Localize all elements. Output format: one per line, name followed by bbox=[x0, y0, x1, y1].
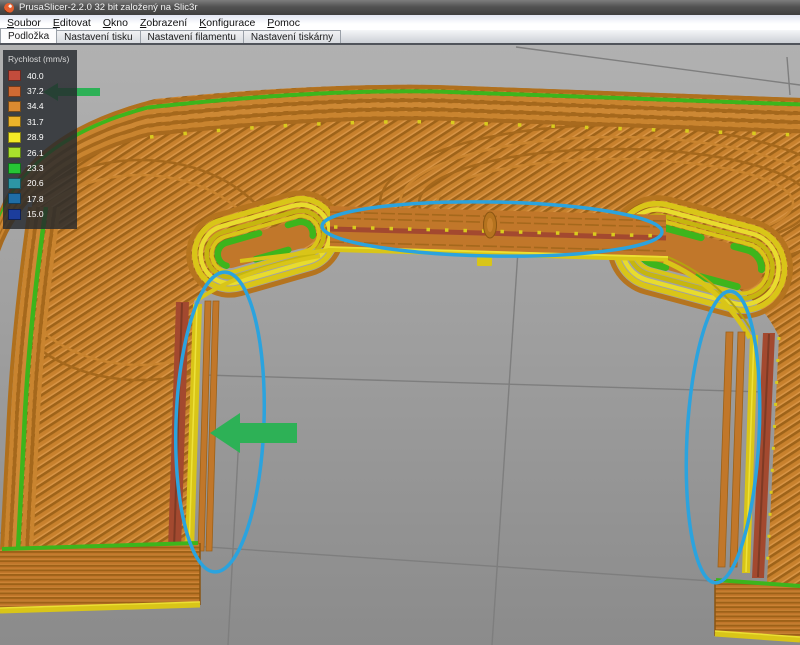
prusaslicer-window: PrusaSlicer-2.2.0 32 bit založený na Sli… bbox=[0, 0, 800, 645]
tab-podlozka[interactable]: Podložka bbox=[0, 28, 57, 43]
legend-value: 20.6 bbox=[27, 178, 44, 188]
tab-nastaveni-tiskarny[interactable]: Nastavení tiskárny bbox=[243, 30, 341, 43]
legend-row: 37.2 bbox=[8, 83, 77, 98]
legend-row: 28.9 bbox=[8, 130, 77, 145]
legend-swatch bbox=[8, 147, 21, 158]
menu-konfigurace[interactable]: Konfigurace bbox=[193, 15, 261, 30]
legend-value: 40.0 bbox=[27, 71, 44, 81]
legend-row: 23.3 bbox=[8, 160, 77, 175]
tab-nastaveni-tisku[interactable]: Nastavení tisku bbox=[56, 30, 140, 43]
beam-tab bbox=[477, 257, 492, 266]
tab-nastaveni-filamentu[interactable]: Nastavení filamentu bbox=[140, 30, 244, 43]
legend-swatch bbox=[8, 178, 21, 189]
legend-value: 15.0 bbox=[27, 209, 44, 219]
legend-row: 17.8 bbox=[8, 191, 77, 206]
legend-value: 17.8 bbox=[27, 194, 44, 204]
legend-swatch bbox=[8, 86, 21, 97]
legend-title: Rychlost (mm/s) bbox=[8, 54, 77, 64]
legend-value: 28.9 bbox=[27, 132, 44, 142]
legend-value: 26.1 bbox=[27, 148, 44, 158]
legend-row: 31.7 bbox=[8, 114, 77, 129]
menu-pomoc[interactable]: Pomoc bbox=[261, 15, 306, 30]
menu-okno[interactable]: Okno bbox=[97, 15, 134, 30]
titlebar[interactable]: PrusaSlicer-2.2.0 32 bit založený na Sli… bbox=[0, 0, 800, 15]
legend-value: 23.3 bbox=[27, 163, 44, 173]
legend-row: 15.0 bbox=[8, 207, 77, 222]
legend-swatch bbox=[8, 193, 21, 204]
tab-bar: Podložka Nastavení tisku Nastavení filam… bbox=[0, 30, 800, 45]
legend-swatch bbox=[8, 209, 21, 220]
legend-row: 40.0 bbox=[8, 68, 77, 83]
speed-legend: Rychlost (mm/s) 40.0 37.2 34.4 31.7 28.9 bbox=[3, 50, 77, 229]
menubar: Soubor Editovat Okno Zobrazení Konfigura… bbox=[0, 15, 800, 30]
legend-swatch bbox=[8, 132, 21, 143]
app-icon bbox=[4, 3, 14, 13]
legend-swatch bbox=[8, 116, 21, 127]
legend-swatch bbox=[8, 70, 21, 81]
legend-swatch bbox=[8, 101, 21, 112]
gcode-preview bbox=[0, 45, 800, 645]
right-foot bbox=[715, 580, 800, 642]
legend-value: 31.7 bbox=[27, 117, 44, 127]
legend-row: 34.4 bbox=[8, 99, 77, 114]
legend-row: 20.6 bbox=[8, 176, 77, 191]
3d-viewport[interactable]: Rychlost (mm/s) 40.0 37.2 34.4 31.7 28.9 bbox=[0, 45, 800, 645]
window-title: PrusaSlicer-2.2.0 32 bit založený na Sli… bbox=[19, 3, 197, 13]
legend-row: 26.1 bbox=[8, 145, 77, 160]
menu-zobrazeni[interactable]: Zobrazení bbox=[134, 15, 193, 30]
left-foot bbox=[0, 543, 200, 612]
legend-value: 37.2 bbox=[27, 86, 44, 96]
legend-value: 34.4 bbox=[27, 101, 44, 111]
legend-swatch bbox=[8, 163, 21, 174]
